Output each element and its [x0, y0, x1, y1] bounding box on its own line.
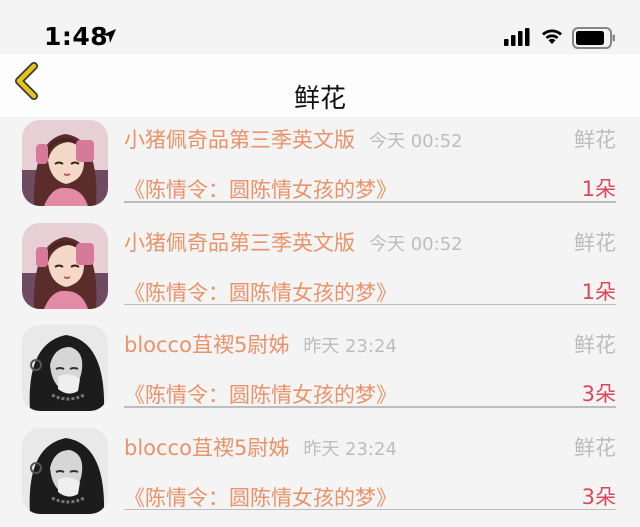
avatar[interactable] — [22, 325, 108, 411]
status-time: 1:48 — [44, 22, 108, 51]
gift-count: 1朵 — [582, 276, 616, 306]
divider — [124, 201, 616, 203]
avatar[interactable] — [22, 428, 108, 514]
navigation-bar: 鲜花 — [0, 54, 640, 117]
location-arrow-icon — [101, 28, 117, 44]
divider — [124, 406, 616, 408]
send-time: 昨天 23:24 — [303, 439, 397, 460]
gift-record-list: 小猪佩奇品第三季英文版今天 00:52 鲜花 《陈情令：圆陈情女孩的梦》 1朵 — [0, 117, 640, 527]
drama-title[interactable]: 《陈情令：圆陈情女孩的梦》 — [124, 277, 397, 307]
page-title: 鲜花 — [0, 78, 640, 115]
sender-name-text: blocco苴禊5尉姊 — [124, 333, 289, 357]
sender-name: blocco苴禊5尉姊昨天 23:24 — [124, 432, 397, 462]
photo-avatar-image — [22, 428, 108, 514]
send-time: 今天 00:52 — [369, 131, 463, 152]
sender-name: blocco苴禊5尉姊昨天 23:24 — [124, 329, 397, 359]
anime-avatar-image — [22, 120, 108, 206]
list-item[interactable]: blocco苴禊5尉姊昨天 23:24 鲜花 《陈情令：圆陈情女孩的梦》 3朵 — [0, 425, 640, 527]
gift-count: 3朵 — [582, 378, 616, 408]
status-bar: 1:48 — [0, 0, 640, 54]
gift-type: 鲜花 — [574, 227, 616, 257]
avatar[interactable] — [22, 223, 108, 309]
sender-name-text: 小猪佩奇品第三季英文版 — [124, 231, 355, 255]
list-item[interactable]: 小猪佩奇品第三季英文版今天 00:52 鲜花 《陈情令：圆陈情女孩的梦》 1朵 — [0, 117, 640, 220]
send-time: 昨天 23:24 — [303, 336, 397, 357]
avatar[interactable] — [22, 120, 108, 206]
sender-name: 小猪佩奇品第三季英文版今天 00:52 — [124, 124, 463, 154]
gift-type: 鲜花 — [574, 329, 616, 359]
list-item[interactable]: 小猪佩奇品第三季英文版今天 00:52 鲜花 《陈情令：圆陈情女孩的梦》 1朵 — [0, 220, 640, 323]
send-time: 今天 00:52 — [369, 234, 463, 255]
drama-title[interactable]: 《陈情令：圆陈情女孩的梦》 — [124, 482, 397, 512]
gift-type: 鲜花 — [574, 124, 616, 154]
drama-title[interactable]: 《陈情令：圆陈情女孩的梦》 — [124, 379, 397, 409]
drama-title[interactable]: 《陈情令：圆陈情女孩的梦》 — [124, 174, 397, 204]
anime-avatar-image — [22, 223, 108, 309]
photo-avatar-image — [22, 325, 108, 411]
sender-name-text: blocco苴禊5尉姊 — [124, 436, 289, 460]
sender-name-text: 小猪佩奇品第三季英文版 — [124, 128, 355, 152]
divider — [124, 509, 616, 511]
sender-name: 小猪佩奇品第三季英文版今天 00:52 — [124, 227, 463, 257]
wifi-icon — [540, 26, 564, 46]
list-item[interactable]: blocco苴禊5尉姊昨天 23:24 鲜花 《陈情令：圆陈情女孩的梦》 3朵 — [0, 322, 640, 425]
battery-icon — [572, 27, 616, 49]
cellular-signal-icon — [504, 28, 530, 46]
gift-count: 1朵 — [582, 173, 616, 203]
divider — [124, 304, 616, 306]
gift-count: 3朵 — [582, 481, 616, 511]
gift-type: 鲜花 — [574, 432, 616, 462]
